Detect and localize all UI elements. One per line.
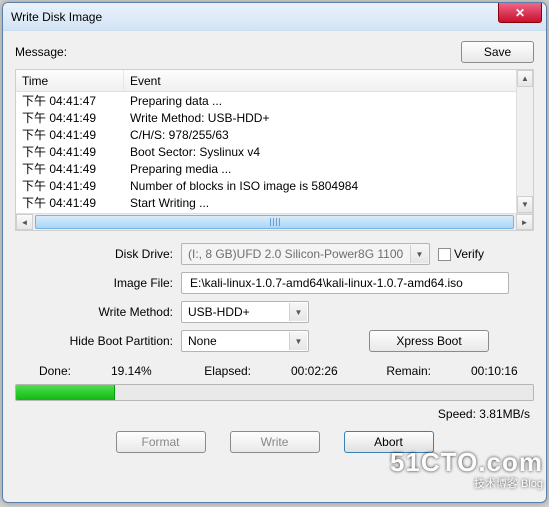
chevron-down-icon: ▼ bbox=[289, 332, 307, 350]
write-method-dropdown[interactable]: USB-HDD+ ▼ bbox=[181, 301, 309, 323]
content-area: Message: Save Time Event 下午 04:41:47Prep… bbox=[3, 31, 546, 463]
scroll-up-icon[interactable]: ▲ bbox=[517, 70, 533, 87]
remain-value: 00:10:16 bbox=[471, 364, 523, 378]
elapsed-value: 00:02:26 bbox=[291, 364, 343, 378]
checkbox-icon bbox=[438, 248, 451, 261]
window: Write Disk Image ✕ Message: Save Time Ev… bbox=[2, 2, 547, 503]
write-button[interactable]: Write bbox=[230, 431, 320, 453]
verify-checkbox[interactable]: Verify bbox=[438, 247, 484, 261]
scroll-left-icon[interactable]: ◄ bbox=[16, 214, 33, 230]
table-row[interactable]: 下午 04:41:49Preparing media ... bbox=[16, 160, 533, 177]
vertical-scrollbar[interactable]: ▲ ▼ bbox=[516, 70, 533, 213]
image-file-label: Image File: bbox=[15, 276, 181, 290]
table-row[interactable]: 下午 04:41:49C/H/S: 978/255/63 bbox=[16, 126, 533, 143]
abort-button[interactable]: Abort bbox=[344, 431, 434, 453]
log-panel: Time Event 下午 04:41:47Preparing data ...… bbox=[15, 69, 534, 231]
write-method-label: Write Method: bbox=[15, 305, 181, 319]
save-button[interactable]: Save bbox=[461, 41, 534, 63]
window-title: Write Disk Image bbox=[11, 10, 102, 24]
disk-drive-label: Disk Drive: bbox=[15, 247, 181, 261]
close-icon: ✕ bbox=[515, 6, 525, 20]
progress-fill bbox=[16, 385, 115, 400]
table-row[interactable]: 下午 04:41:49Write Method: USB-HDD+ bbox=[16, 109, 533, 126]
done-label: Done: bbox=[23, 364, 71, 378]
scrollbar-thumb[interactable] bbox=[35, 215, 514, 229]
table-row[interactable]: 下午 04:41:49Boot Sector: Syslinux v4 bbox=[16, 143, 533, 160]
table-row[interactable]: 下午 04:41:47Preparing data ... bbox=[16, 92, 533, 109]
message-label: Message: bbox=[15, 45, 461, 59]
table-row[interactable]: 下午 04:41:49Start Writing ... bbox=[16, 194, 533, 211]
image-file-field[interactable] bbox=[181, 272, 509, 294]
horizontal-scrollbar[interactable]: ◄ ► bbox=[16, 213, 533, 230]
remain-label: Remain: bbox=[383, 364, 431, 378]
scroll-right-icon[interactable]: ► bbox=[516, 214, 533, 230]
xpress-boot-button[interactable]: Xpress Boot bbox=[369, 330, 489, 352]
column-header-event[interactable]: Event bbox=[124, 70, 533, 91]
hide-boot-label: Hide Boot Partition: bbox=[15, 334, 181, 348]
speed-value: 3.81MB/s bbox=[479, 407, 530, 421]
disk-drive-dropdown[interactable]: (I:, 8 GB)UFD 2.0 Silicon-Power8G 1100 ▼ bbox=[181, 243, 430, 265]
hide-boot-dropdown[interactable]: None ▼ bbox=[181, 330, 309, 352]
format-button[interactable]: Format bbox=[116, 431, 206, 453]
done-value: 19.14% bbox=[111, 364, 163, 378]
close-button[interactable]: ✕ bbox=[498, 3, 542, 23]
elapsed-label: Elapsed: bbox=[203, 364, 251, 378]
speed-label: Speed: bbox=[438, 407, 476, 421]
scroll-down-icon[interactable]: ▼ bbox=[517, 196, 533, 213]
chevron-down-icon: ▼ bbox=[289, 303, 307, 321]
progress-bar bbox=[15, 384, 534, 401]
titlebar: Write Disk Image ✕ bbox=[3, 3, 546, 31]
log-body: 下午 04:41:47Preparing data ... 下午 04:41:4… bbox=[16, 92, 533, 211]
column-header-time[interactable]: Time bbox=[16, 70, 124, 91]
chevron-down-icon: ▼ bbox=[410, 245, 428, 263]
table-row[interactable]: 下午 04:41:49Number of blocks in ISO image… bbox=[16, 177, 533, 194]
